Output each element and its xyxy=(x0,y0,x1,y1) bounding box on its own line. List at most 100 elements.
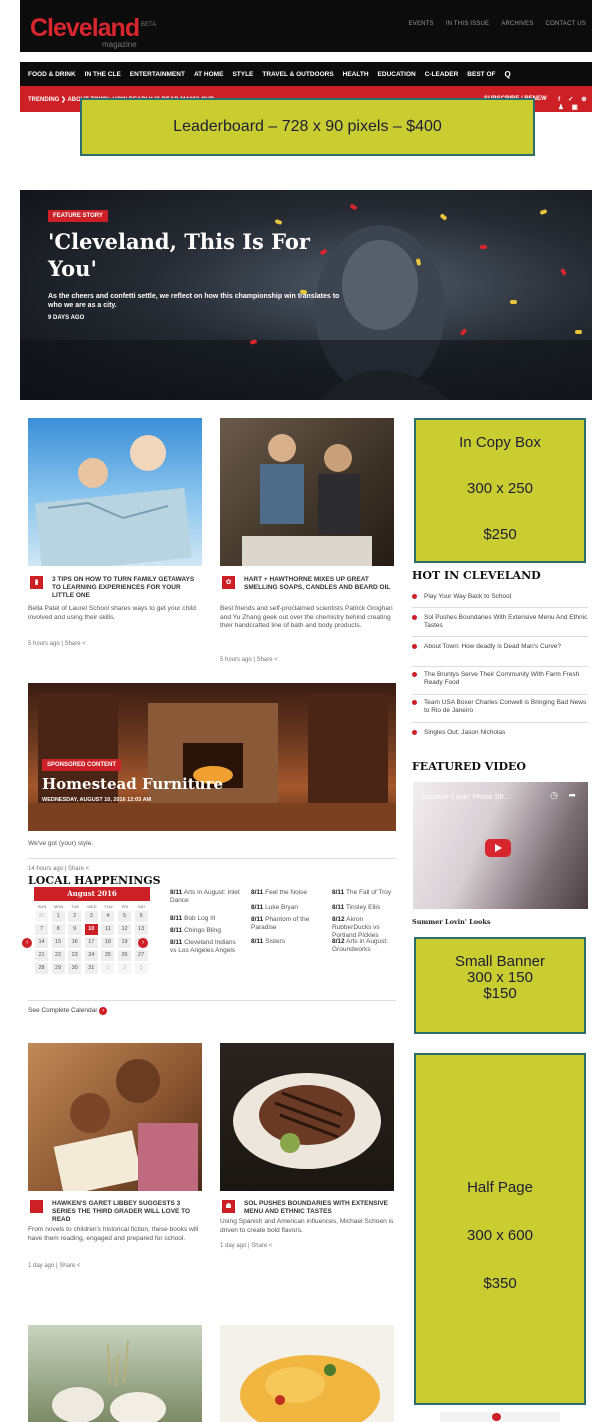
calendar-day[interactable]: 10 xyxy=(84,924,98,935)
nav-style[interactable]: STYLE xyxy=(232,71,253,78)
calendar-day[interactable]: 7 xyxy=(35,924,48,935)
event-item[interactable]: 8/11 Phantom of the Paradise xyxy=(251,916,321,932)
event-item[interactable]: 8/11 Cleveland Indians vs Los Angeles An… xyxy=(170,939,240,955)
divider xyxy=(412,722,588,723)
calendar-day[interactable]: 23 xyxy=(68,950,82,961)
event-item[interactable]: 8/11 Arts in August: Inlet Dance xyxy=(170,889,240,905)
sponsored-meta-share[interactable]: 14 hours ago | Share < xyxy=(28,866,89,872)
top-link-archives[interactable]: ARCHIVES xyxy=(501,21,533,27)
event-item[interactable]: 8/11 Sisters xyxy=(251,938,321,946)
event-item[interactable]: 8/12 Akron RubberDucks vs Portland Pickl… xyxy=(332,916,402,940)
calendar-day[interactable]: 26 xyxy=(118,950,131,961)
calendar-day[interactable]: 2 xyxy=(118,963,131,974)
top-link-contact-us[interactable]: CONTACT US xyxy=(546,21,586,27)
calendar-day[interactable]: 9 xyxy=(68,924,82,935)
event-item[interactable]: 8/11 Bob Log III xyxy=(170,915,240,923)
calendar-day[interactable]: 13 xyxy=(134,924,148,935)
calendar-day[interactable]: 29 xyxy=(51,963,65,974)
nav-in-the-cle[interactable]: IN THE CLE xyxy=(85,71,121,78)
calendar-next-arrow[interactable]: › xyxy=(138,938,148,948)
calendar-day[interactable]: 28 xyxy=(35,963,48,974)
see-complete-calendar-link[interactable]: See Complete Calendar › xyxy=(28,1007,108,1015)
divider xyxy=(412,607,588,608)
calendar-day[interactable]: 22 xyxy=(51,950,65,961)
calendar-day[interactable]: 11 xyxy=(101,924,115,935)
nav-health[interactable]: HEALTH xyxy=(343,71,369,78)
nav-education[interactable]: EDUCATION xyxy=(378,71,416,78)
calendar-day[interactable]: 3 xyxy=(134,963,148,974)
nav-travel-outdoors[interactable]: TRAVEL & OUTDOORS xyxy=(262,71,333,78)
calendar-day[interactable]: 15 xyxy=(51,937,65,948)
calendar-day[interactable]: 8 xyxy=(51,924,65,935)
event-item[interactable]: 8/11 Tinsley Ellis xyxy=(332,904,402,912)
calendar-day[interactable]: 5 xyxy=(118,911,131,922)
event-date: 8/11 xyxy=(170,927,183,934)
card-title[interactable]: SOL PUSHES BOUNDARIES WITH EXTENSIVE MEN… xyxy=(244,1200,394,1216)
calendar-day[interactable]: 16 xyxy=(68,937,82,948)
search-icon[interactable]: Q xyxy=(504,70,510,79)
card-title[interactable]: HAWKEN'S GARET LIBBEY SUGGESTS 3 SERIES … xyxy=(52,1200,202,1224)
calendar-day[interactable]: 31 xyxy=(35,911,48,922)
calendar-day[interactable]: 6 xyxy=(134,911,148,922)
card-title[interactable]: 3 TIPS ON HOW TO TURN FAMILY GETAWAYS TO… xyxy=(52,576,202,600)
card-meta-share[interactable]: 1 day ago | Share < xyxy=(28,1263,80,1269)
steak-image[interactable] xyxy=(220,1043,394,1191)
play-icon[interactable] xyxy=(485,839,511,857)
small-banner-ad[interactable]: Small Banner 300 x 150 $150 xyxy=(414,937,586,1034)
in-copy-box-ad[interactable]: In Copy Box 300 x 250 $250 xyxy=(414,418,586,563)
nav-entertainment[interactable]: ENTERTAINMENT xyxy=(130,71,185,78)
video-caption[interactable]: Summer Lovin' Looks xyxy=(412,918,491,926)
card-meta-share[interactable]: 5 hours ago | Share < xyxy=(220,657,278,663)
card-title[interactable]: HART + HAWTHORNE MIXES UP GREAT SMELLING… xyxy=(244,576,394,592)
event-item[interactable]: 8/11 Chingo Bling xyxy=(170,927,240,935)
hero-title[interactable]: 'Cleveland, This Is For You' xyxy=(48,228,358,282)
calendar-day[interactable]: 4 xyxy=(101,911,115,922)
social-icons[interactable]: f ✓ ⊕ ♟ ▣ xyxy=(558,95,592,111)
soap-makers-image[interactable] xyxy=(220,418,394,566)
calendar-day[interactable]: 25 xyxy=(101,950,115,961)
card-meta-share[interactable]: 5 hours ago | Share < xyxy=(28,641,86,647)
calendar-day[interactable]: 24 xyxy=(84,950,98,961)
calendar-day[interactable]: 3 xyxy=(84,911,98,922)
calendar-day[interactable]: 12 xyxy=(118,924,131,935)
calendar-day[interactable]: 17 xyxy=(84,937,98,948)
sponsored-image[interactable]: SPONSORED CONTENT Homestead Furniture WE… xyxy=(28,683,396,831)
event-item[interactable]: 8/12 Arts in August: Groundworks xyxy=(332,938,402,954)
calendar-prev-arrow[interactable]: ‹ xyxy=(22,938,32,948)
calendar-day[interactable]: 21 xyxy=(35,950,48,961)
leaderboard-ad[interactable]: Leaderboard – 728 x 90 pixels – $400 xyxy=(80,98,535,156)
calendar-day[interactable]: 14 xyxy=(35,937,48,948)
event-item[interactable]: 8/11 Feel the Noise xyxy=(251,889,321,897)
video-player[interactable]: Summer Lovin' Photo Sh... ◷ ➦ xyxy=(413,782,588,909)
top-link-events[interactable]: EVENTS xyxy=(409,21,434,27)
divider xyxy=(412,666,588,667)
family-reading-image[interactable] xyxy=(28,1043,202,1191)
calendar-day[interactable]: 2 xyxy=(68,911,82,922)
sponsored-title[interactable]: Homestead Furniture xyxy=(42,775,223,793)
half-page-ad[interactable]: Half Page 300 x 600 $350 xyxy=(414,1053,586,1405)
pasta-image[interactable] xyxy=(220,1325,394,1422)
nav-at-home[interactable]: AT HOME xyxy=(194,71,224,78)
calendar-day[interactable]: 27 xyxy=(134,950,148,961)
calendar-day[interactable]: 1 xyxy=(101,963,115,974)
nav-best-of[interactable]: BEST OF xyxy=(467,71,495,78)
event-item[interactable]: 8/11 Luke Bryan xyxy=(251,904,321,912)
site-logo[interactable]: Cleveland xyxy=(30,14,140,43)
card-meta-share[interactable]: 1 day ago | Share < xyxy=(220,1243,272,1249)
family-map-illustration xyxy=(35,435,192,566)
nav-c-leader[interactable]: C-LEADER xyxy=(425,71,459,78)
clock-icon[interactable]: ◷ ➦ xyxy=(550,790,580,801)
family-map-image[interactable] xyxy=(28,418,202,566)
top-link-in-this-issue[interactable]: IN THIS ISSUE xyxy=(446,21,490,27)
calendar-day[interactable]: 30 xyxy=(68,963,82,974)
calendar-day[interactable]: 1 xyxy=(51,911,65,922)
nav-food-drink[interactable]: FOOD & DRINK xyxy=(28,71,76,78)
sheep-illustration xyxy=(52,1339,166,1422)
hero-feature[interactable]: FEATURE STORY 'Cleveland, This Is For Yo… xyxy=(20,190,592,400)
calendar-day[interactable]: 19 xyxy=(118,937,131,948)
calendar-weekday: TUE xyxy=(71,904,80,909)
calendar-day[interactable]: 31 xyxy=(84,963,98,974)
sheep-image[interactable] xyxy=(28,1325,202,1422)
calendar-day[interactable]: 18 xyxy=(101,937,115,948)
event-item[interactable]: 8/11 The Fall of Troy xyxy=(332,889,402,897)
